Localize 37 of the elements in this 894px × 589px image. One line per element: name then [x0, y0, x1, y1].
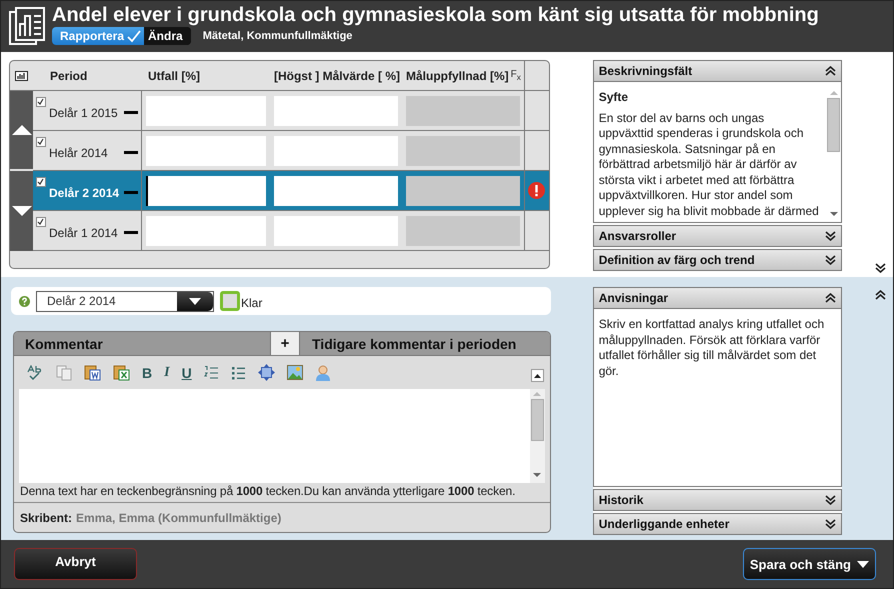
- cancel-button[interactable]: Avbryt: [14, 548, 137, 580]
- description-text: En stor del av barns och ungas uppväxttid spenderas i grundskola och gymnasieskola. Satsningar på en förbättrad arbetsmiljö här är därför av största vikt i arbetet med att förbättra uppväxtvillkoren. Hur stor andel som upplever sig ha blivit mobbade är därmed: [598, 110, 820, 219]
- column-header: Utfall [%]: [148, 68, 200, 82]
- author-label: Skribent:: [20, 510, 72, 524]
- author-name: Emma, Emma (Kommunfullmäktige): [76, 510, 282, 524]
- table-row[interactable]: Helår 2014: [33, 131, 549, 171]
- add-button[interactable]: +: [270, 332, 300, 355]
- period-label: Delår 2 2014: [49, 186, 120, 200]
- save-button[interactable]: Spara och stäng: [742, 548, 876, 580]
- subtitle: Mätetal, Kommunfullmäktige: [202, 30, 352, 42]
- format-button[interactable]: B: [142, 364, 152, 380]
- period-label: Delår 1 2015: [49, 106, 118, 120]
- formula-icon[interactable]: F$_{x}$: [510, 69, 521, 82]
- panel-header[interactable]: Anvisningar: [592, 287, 842, 309]
- table-row[interactable]: Delår 2 2014: [33, 171, 549, 211]
- comment-tab[interactable]: Kommentar: [14, 332, 270, 355]
- period-label: Helår 2014: [49, 146, 108, 160]
- column-header: [Högst ] Målvärde [ %]: [274, 68, 400, 82]
- checkbox-label: Klar: [241, 296, 262, 310]
- panel-header[interactable]: Historik: [592, 489, 842, 511]
- period-dropdown[interactable]: Delår 2 2014: [36, 290, 214, 312]
- panel-header[interactable]: Underliggande enheter: [592, 513, 842, 535]
- column-header: Måluppfyllnad [%]: [406, 68, 509, 82]
- section-heading: Syfte: [598, 90, 630, 106]
- description-text: Skriv en kortfattad analys kring utfallet och måluppyllnaden. Försök att förklara varför utfallet förhåller sig till målvärdet som det gör.: [598, 317, 826, 379]
- previous-comment-tab[interactable]: Tidigare kommentar i perioden: [300, 332, 516, 355]
- panel-header[interactable]: Ansvarsroller: [592, 225, 842, 247]
- panel-header[interactable]: Beskrivningsfält: [592, 60, 842, 82]
- character-limit-note: Denna text har en teckenbegränsning på 1000 tecken.Du kan använda ytterligare 1000 tecken.: [19, 483, 516, 500]
- table-row[interactable]: Delår 1 2014: [33, 211, 549, 251]
- table-row[interactable]: Delår 1 2015: [33, 91, 549, 131]
- panel-header[interactable]: Definition av färg och trend: [592, 249, 842, 271]
- format-button[interactable]: I: [164, 364, 170, 380]
- column-header: Period: [50, 68, 88, 82]
- format-button[interactable]: U: [182, 364, 192, 380]
- window-title: Andel elever i grundskola och gymnasieskola som känt sig utsatta för mobbning: [52, 4, 819, 26]
- period-label: Delår 1 2014: [49, 226, 118, 240]
